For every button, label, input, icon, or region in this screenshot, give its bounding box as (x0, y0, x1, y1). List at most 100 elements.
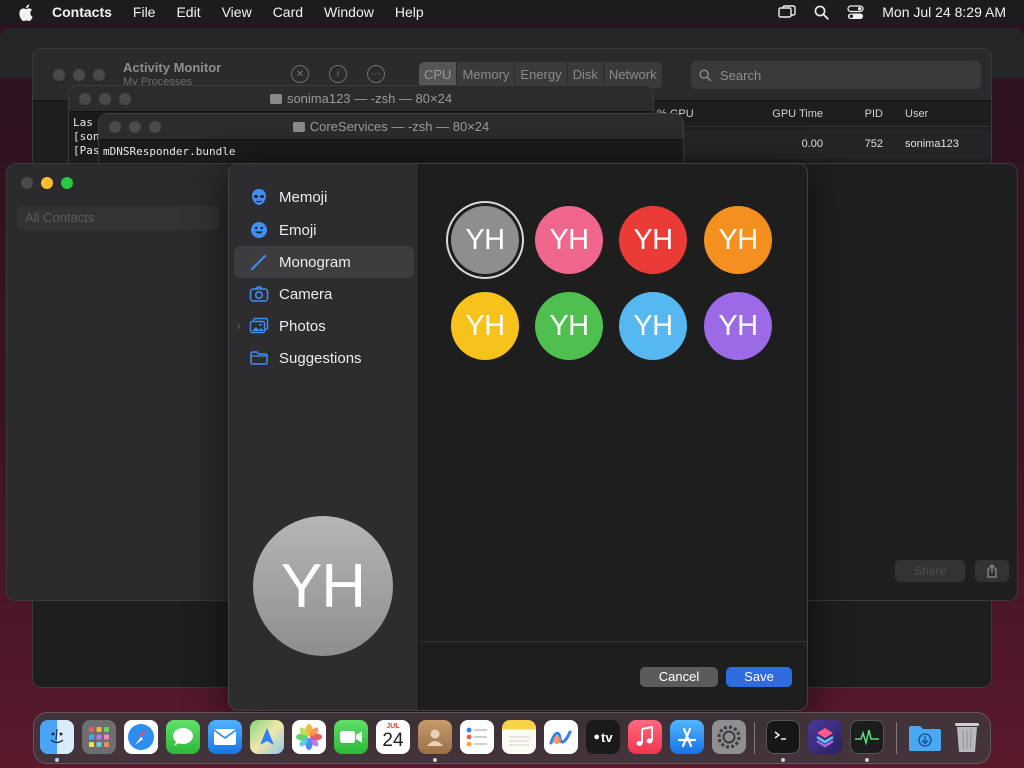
control-center-icon[interactable] (847, 4, 864, 20)
apple-logo-icon: ● (593, 731, 601, 743)
pulse-graph-icon (855, 729, 879, 746)
dock-downloads-folder-icon[interactable] (908, 720, 942, 754)
dock-activity-monitor-icon[interactable] (850, 720, 884, 754)
menu-bar: Contacts File Edit View Card Window Help… (0, 0, 1024, 24)
monogram-yellow[interactable]: YH (451, 292, 519, 360)
minimize-button[interactable] (41, 177, 53, 189)
source-memoji[interactable]: Memoji (234, 181, 414, 213)
footer-divider (419, 641, 807, 642)
monogram-pink[interactable]: YH (535, 206, 603, 274)
dock-facetime-icon[interactable] (334, 720, 368, 754)
close-button[interactable] (53, 69, 65, 81)
memoji-icon (252, 189, 266, 205)
save-button[interactable]: Save (726, 667, 792, 687)
column-user[interactable]: User (883, 108, 983, 120)
source-camera[interactable]: Camera (234, 278, 414, 310)
zoom-button[interactable] (61, 177, 73, 189)
menu-card[interactable]: Card (273, 4, 303, 20)
menu-file[interactable]: File (133, 4, 156, 20)
menubar-clock[interactable]: Mon Jul 24 8:29 AM (882, 4, 1006, 20)
source-suggestions[interactable]: Suggestions (234, 342, 414, 374)
photos-flower-icon (296, 724, 322, 750)
cell-gpu-time: 0.00 (801, 138, 823, 150)
dock-shortcuts-icon[interactable] (808, 720, 842, 754)
dock-finder-icon[interactable] (40, 720, 74, 754)
pencil-icon (251, 255, 266, 270)
trash-can-icon (955, 723, 979, 752)
minimize-button[interactable] (73, 69, 85, 81)
monogram-red[interactable]: YH (619, 206, 687, 274)
source-monogram[interactable]: Monogram (234, 246, 414, 278)
cancel-button[interactable]: Cancel (640, 667, 718, 687)
downloads-folder-icon (909, 726, 941, 751)
app-menu-contacts[interactable]: Contacts (52, 4, 112, 20)
dock-safari-icon[interactable] (124, 720, 158, 754)
contacts-sidebar: All Contacts (7, 164, 229, 600)
close-button[interactable] (21, 177, 33, 189)
shortcuts-layers-icon (816, 728, 834, 748)
folder-icon (292, 122, 305, 132)
column-pid[interactable]: PID (823, 108, 883, 120)
terminal-title: sonima123 — -zsh — 80×24 (69, 91, 653, 106)
dock-calendar-icon[interactable]: JUL 24 (376, 720, 410, 754)
terminal-title: CoreServices — -zsh — 80×24 (99, 119, 683, 134)
source-photos[interactable]: Photos (234, 310, 414, 342)
envelope-icon (213, 729, 237, 745)
tv-label: tv (601, 729, 613, 745)
speech-bubble-icon (173, 728, 193, 746)
dock-notes-icon[interactable] (502, 720, 536, 754)
dock-tv-icon[interactable]: ● tv (586, 720, 620, 754)
table-row[interactable]: 0.0 0.00 752 sonima123 (653, 129, 991, 159)
picture-source-sidebar: Memoji Emoji Monogram Camera › Photos Su… (229, 164, 419, 710)
share-button[interactable]: Share (895, 560, 965, 582)
dock-system-settings-icon[interactable] (712, 720, 746, 754)
screen-mirroring-icon[interactable] (778, 5, 796, 19)
dock-messages-icon[interactable] (166, 720, 200, 754)
cell-user: sonima123 (905, 138, 959, 150)
menu-window[interactable]: Window (324, 4, 374, 20)
dock-maps-icon[interactable] (250, 720, 284, 754)
dock-launchpad-icon[interactable] (82, 720, 116, 754)
menu-help[interactable]: Help (395, 4, 424, 20)
dock-separator (754, 722, 755, 754)
monogram-blue[interactable]: YH (619, 292, 687, 360)
calendar-month: JUL (386, 723, 400, 730)
dock-reminders-icon[interactable] (460, 720, 494, 754)
monogram-orange[interactable]: YH (704, 206, 772, 274)
menu-view[interactable]: View (222, 4, 252, 20)
dock-contacts-icon[interactable] (418, 720, 452, 754)
dock-music-icon[interactable] (628, 720, 662, 754)
stop-process-icon[interactable]: ✕ (291, 65, 309, 83)
sidebar-item-all-contacts[interactable]: All Contacts (17, 206, 219, 230)
share-icon (987, 564, 997, 578)
terminal-line: [son (73, 130, 100, 143)
column-gpu-time[interactable]: GPU Time (713, 108, 823, 120)
running-indicator (781, 758, 785, 762)
gear-icon (717, 725, 741, 749)
source-label: Monogram (279, 253, 351, 271)
apple-menu-icon[interactable] (18, 3, 34, 21)
share-sheet-button[interactable] (975, 560, 1009, 582)
dock-freeform-icon[interactable] (544, 720, 578, 754)
app-store-a-icon (677, 727, 697, 748)
dock-mail-icon[interactable] (208, 720, 242, 754)
monogram-gray[interactable]: YH (451, 206, 519, 274)
info-icon[interactable]: i (329, 65, 347, 83)
monogram-green[interactable]: YH (535, 292, 603, 360)
video-camera-icon (340, 731, 362, 743)
more-actions-icon[interactable]: ⋯ (367, 65, 385, 83)
dock-terminal-icon[interactable] (766, 720, 800, 754)
spotlight-search-icon[interactable] (814, 5, 829, 20)
process-search-field[interactable]: Search (691, 61, 981, 89)
dock-app-store-icon[interactable] (670, 720, 704, 754)
source-emoji[interactable]: Emoji (234, 214, 414, 246)
zoom-button[interactable] (93, 69, 105, 81)
dock-trash-icon[interactable] (950, 720, 984, 754)
dock-photos-icon[interactable] (292, 720, 326, 754)
menu-edit[interactable]: Edit (176, 4, 200, 20)
activity-monitor-window-controls (53, 69, 105, 81)
monogram-purple[interactable]: YH (704, 292, 772, 360)
running-indicator (55, 758, 59, 762)
location-arrow-icon (260, 728, 274, 745)
source-label: Emoji (279, 221, 317, 239)
